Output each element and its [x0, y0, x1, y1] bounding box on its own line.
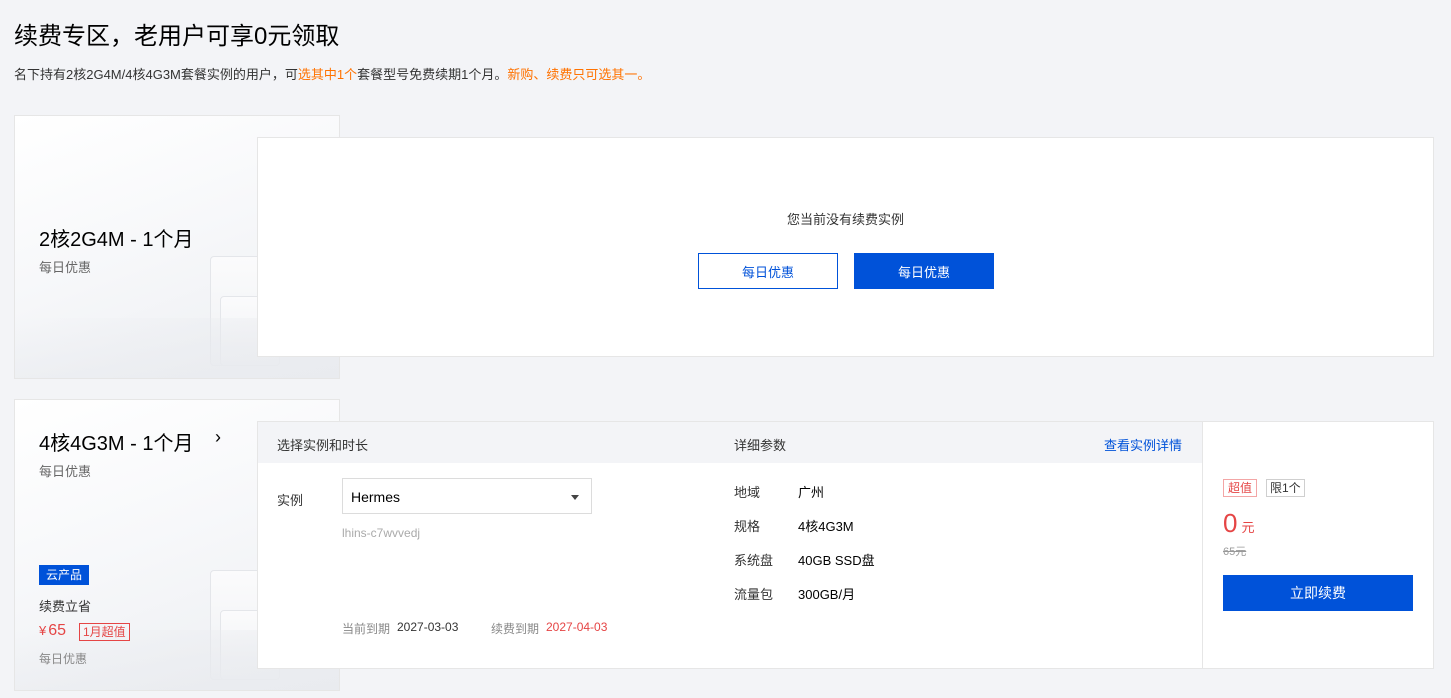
no-instance-panel: 您当前没有续费实例 每日优惠 每日优惠: [257, 137, 1434, 357]
renew-expire-label: 续费到期: [491, 622, 540, 636]
desc-text-2: 套餐型号免费续期1个月。: [357, 67, 508, 82]
instance-select-value: Hermes: [351, 489, 401, 505]
current-expire-label: 当前到期: [342, 622, 391, 636]
price-value: 65: [48, 622, 67, 639]
cloud-product-tag: 云产品: [39, 565, 90, 585]
param-value-traffic: 300GB/月: [798, 587, 856, 602]
panel-header: 选择实例和时长 详细参数 查看实例详情: [258, 422, 1202, 463]
desc-text-1: 名下持有2核2G4M/4核4G3M套餐实例的用户，可: [14, 67, 298, 82]
page-title: 续费专区，老用户可享0元领取: [14, 23, 340, 50]
package-subtitle: 每日优惠: [39, 464, 92, 479]
package-title: 2核2G4M - 1个月: [39, 229, 194, 251]
current-expire-value: 2027-03-03: [397, 620, 459, 634]
original-price: 65元: [1223, 546, 1247, 558]
desc-highlight-1: 选其中1个: [297, 67, 358, 82]
param-label-traffic: 流量包: [734, 587, 774, 602]
daily-deal-primary-button[interactable]: 每日优惠: [854, 253, 994, 289]
page-description: 名下持有2核2G4M/4核4G3M套餐实例的用户，可选其中1个套餐型号免费续期1…: [14, 64, 650, 83]
view-instance-detail-link[interactable]: 查看实例详情: [1104, 435, 1182, 454]
select-instance-heading: 选择实例和时长: [277, 438, 369, 453]
renew-save-price: ¥65: [39, 622, 66, 640]
instance-select[interactable]: Hermes: [342, 478, 592, 514]
package-subtitle: 每日优惠: [39, 260, 92, 275]
limit-one-tag: 限1个: [1266, 479, 1305, 497]
currency-symbol: ¥: [39, 623, 47, 638]
desc-highlight-2: 新购、续费只可选其一。: [507, 67, 651, 82]
card-footer-text: 每日优惠: [39, 652, 88, 666]
renew-expire-value: 2027-04-03: [546, 620, 608, 634]
param-label-spec: 规格: [734, 519, 761, 534]
renew-save-label: 续费立省: [39, 599, 92, 614]
package-title: 4核4G3M - 1个月: [39, 433, 194, 455]
param-label-region: 地域: [734, 485, 761, 500]
final-price-unit: 元: [1241, 520, 1255, 535]
caret-down-icon: [571, 495, 579, 500]
chevron-right-icon[interactable]: ›: [215, 427, 221, 448]
month-value-badge: 1月超值: [79, 623, 130, 641]
instance-id: lhins-c7wvvedj: [342, 526, 421, 540]
super-value-tag: 超值: [1223, 479, 1258, 497]
renew-now-button[interactable]: 立即续费: [1223, 575, 1413, 611]
final-price-value: 0: [1223, 508, 1238, 538]
price-panel: 超值 限1个 0元 65元 立即续费: [1202, 421, 1434, 669]
param-value-disk: 40GB SSD盘: [798, 553, 875, 568]
detail-params-heading: 详细参数: [734, 438, 787, 453]
renew-config-panel: 选择实例和时长 详细参数 查看实例详情 实例 Hermes lhins-c7wv…: [257, 421, 1203, 669]
param-label-disk: 系统盘: [734, 553, 774, 568]
param-value-spec: 4核4G3M: [798, 519, 854, 534]
final-price: 0元: [1223, 508, 1254, 539]
empty-state-text: 您当前没有续费实例: [786, 212, 904, 227]
daily-deal-outline-button[interactable]: 每日优惠: [698, 253, 838, 289]
param-value-region: 广州: [798, 485, 825, 500]
instance-label: 实例: [277, 493, 304, 508]
